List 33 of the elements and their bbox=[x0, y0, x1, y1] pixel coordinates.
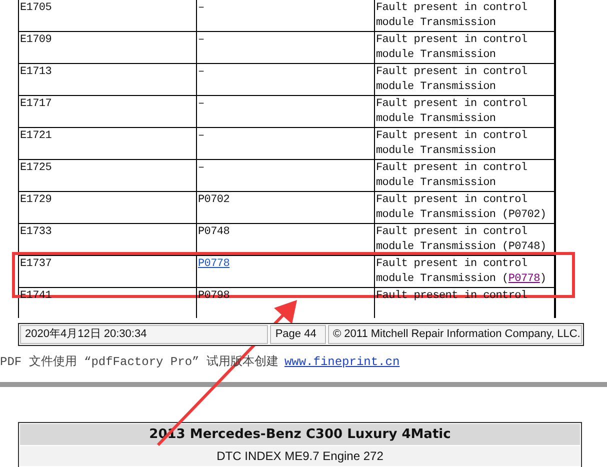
table-cell: – bbox=[197, 32, 375, 63]
table-cell: E1717 bbox=[19, 96, 197, 127]
table-cell: – bbox=[197, 0, 375, 31]
website-link[interactable]: www.fineprint.cn bbox=[284, 355, 400, 369]
table-cell-text: Fault present in control module Transmission bbox=[375, 161, 528, 191]
table-cell-text: Fault present in control module Transmission bbox=[375, 33, 528, 63]
table-cell: – bbox=[197, 96, 375, 127]
table-cell: P0748 bbox=[197, 224, 375, 255]
table-cell: E1721 bbox=[19, 128, 197, 159]
table-cell: – bbox=[197, 160, 375, 191]
table-cell: – bbox=[197, 128, 375, 159]
table-cell: E1729 bbox=[19, 192, 197, 223]
table-cell-text: Fault present in control module Transmission bbox=[375, 97, 528, 127]
table-cell-text: Fault present in control module Transmission (P0778) bbox=[375, 257, 548, 287]
table-cell: E1713 bbox=[19, 64, 197, 95]
table-cell: – bbox=[197, 64, 375, 95]
table-cell-text: Fault present in control module Transmission (P0748) bbox=[375, 225, 548, 255]
table-cell-text: Fault present in control module Transmission bbox=[375, 1, 528, 31]
table-cell-text: Fault present in control module Transmission bbox=[375, 65, 528, 95]
table-cell: E1705 bbox=[19, 0, 197, 31]
table-cell: P0702 bbox=[197, 192, 375, 223]
code-link[interactable]: P0778 bbox=[198, 258, 230, 270]
print-date: 2020年4月12日 20:30:34 bbox=[20, 325, 268, 344]
table-cell-text: Fault present in control module Transmission bbox=[375, 129, 528, 159]
code-link[interactable]: P0778 bbox=[508, 273, 540, 285]
page-number: Page 44 bbox=[270, 325, 326, 344]
table-cell: E1725 bbox=[19, 160, 197, 191]
table-cell-text: Fault present in control module Transmission (P0702) bbox=[375, 193, 548, 223]
table-cell: E1733 bbox=[19, 224, 197, 255]
copyright-text: © 2011 Mitchell Repair Information Company, LLC. bbox=[328, 325, 582, 344]
document-subtitle: DTC INDEX ME9.7 Engine 272 bbox=[20, 445, 580, 466]
table-cell: E1709 bbox=[19, 32, 197, 63]
table-cell: E1737 bbox=[19, 256, 197, 287]
